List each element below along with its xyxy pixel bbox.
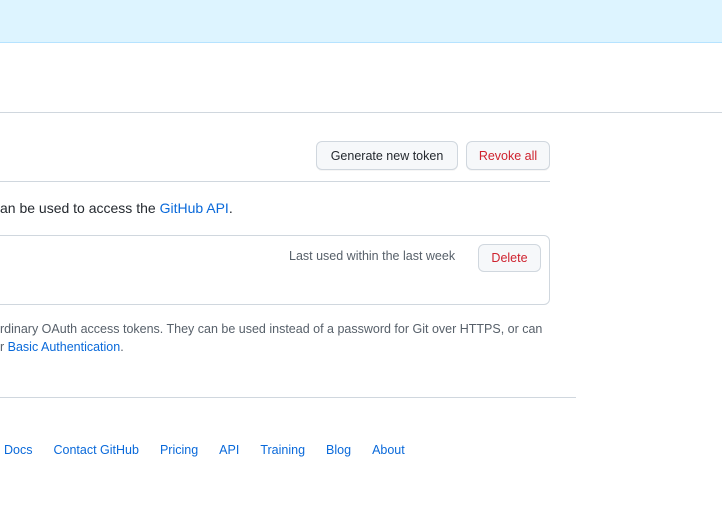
note-line-2-prefix: r [0,340,8,354]
basic-authentication-link[interactable]: Basic Authentication [8,340,121,354]
footer-link-contact-github[interactable]: Contact GitHub [53,443,138,457]
footer-link-docs[interactable]: Docs [4,443,32,457]
generate-new-token-button[interactable]: Generate new token [316,141,458,170]
footer-link-blog[interactable]: Blog [326,443,351,457]
footer-link-pricing[interactable]: Pricing [160,443,198,457]
top-divider [0,112,722,113]
flash-banner [0,0,722,43]
revoke-all-button[interactable]: Revoke all [466,141,550,170]
note-line-1: rdinary OAuth access tokens. They can be… [0,322,543,336]
intro-prefix: an be used to access the [0,200,160,216]
token-last-used: Last used within the last week [289,249,456,263]
footer-divider [0,397,576,398]
section-divider [0,181,550,182]
token-list-item [0,235,550,305]
github-api-link[interactable]: GitHub API [160,200,229,216]
intro-suffix: . [228,200,233,216]
footer-nav: Docs Contact GitHub Pricing API Training… [4,443,426,457]
footer-link-api[interactable]: API [219,443,239,457]
intro-text: an be used to access the GitHub API. [0,200,233,216]
delete-token-button[interactable]: Delete [478,244,541,272]
note-line-2-suffix: . [120,340,124,354]
footer-link-about[interactable]: About [372,443,405,457]
footer-link-training[interactable]: Training [260,443,305,457]
note-line-2: r Basic Authentication. [0,340,124,354]
